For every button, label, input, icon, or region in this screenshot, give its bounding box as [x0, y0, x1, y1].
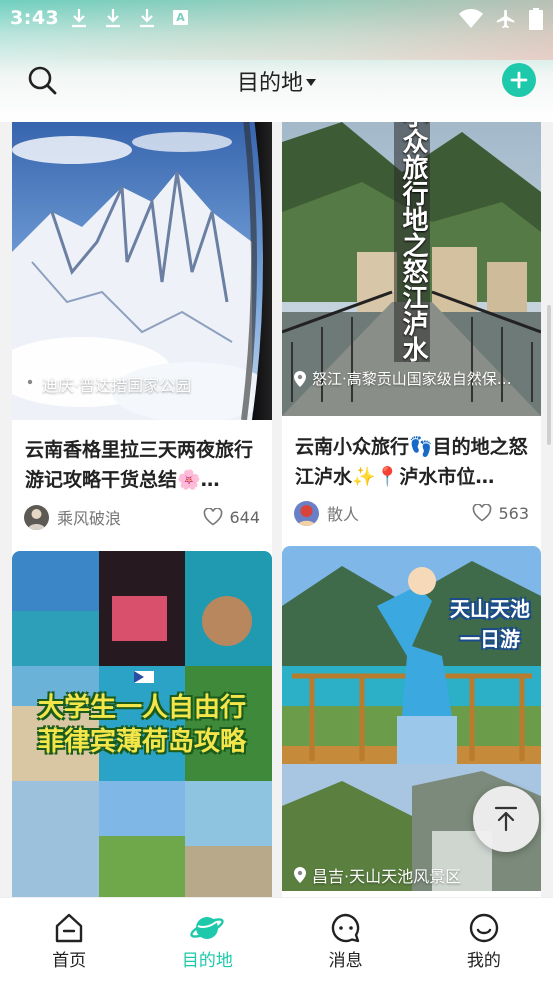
cover-line: 天山天池 — [450, 597, 530, 621]
home-icon — [55, 913, 83, 943]
status-bar: 3:43 A — [0, 0, 553, 38]
download-icon — [72, 9, 86, 28]
heart-icon — [473, 504, 492, 522]
wifi-icon — [459, 9, 483, 28]
author-name[interactable]: 乘风破浪 — [57, 505, 121, 529]
heart-icon — [204, 508, 223, 526]
battery-icon — [529, 8, 543, 30]
like-count: 563 — [498, 503, 529, 523]
nav-label: 首页 — [52, 951, 87, 971]
nav-item-messages[interactable]: 消息 — [277, 898, 415, 983]
nav-label: 目的地 — [181, 951, 233, 971]
status-right — [459, 8, 543, 30]
post-title[interactable]: 云南小众旅行👣目的地之怒江泸水✨📍泸水市位… — [295, 432, 529, 492]
scrollbar[interactable] — [547, 305, 551, 445]
nav-label: 我的 — [466, 951, 501, 971]
location-pin-icon — [294, 867, 306, 883]
like-count: 644 — [229, 507, 260, 527]
add-button[interactable] — [502, 63, 536, 97]
profile-icon — [469, 913, 499, 943]
like-button[interactable]: 563 — [472, 504, 529, 523]
post-meta: 散人 563 — [294, 500, 529, 526]
arrow-up-icon — [494, 806, 518, 832]
top-header: 3:43 A 目的地 — [0, 0, 553, 122]
plus-icon — [510, 71, 528, 89]
planet-icon — [190, 917, 225, 939]
cover-line: 一日游 — [460, 627, 520, 651]
back-to-top-button[interactable] — [473, 786, 539, 852]
page-title-text: 目的地 — [236, 71, 303, 96]
author-name[interactable]: 散人 — [327, 501, 359, 525]
cover-overlay-text: 天山天池 一日游 — [442, 594, 538, 654]
nav-item-destination[interactable]: 目的地 — [138, 898, 276, 983]
location-text: 迪庆·普达措国家公园 — [42, 376, 192, 395]
app-bar: 目的地 — [0, 50, 553, 110]
chevron-down-icon — [306, 79, 316, 86]
avatar[interactable] — [24, 504, 49, 530]
nav-item-profile[interactable]: 我的 — [415, 898, 553, 983]
message-icon — [331, 913, 359, 943]
download-icon — [140, 9, 154, 28]
post-title[interactable]: 云南香格里拉三天两夜旅行游记攻略干货总结🌸… — [25, 435, 260, 495]
cover-line: 大学生一人自由行 — [37, 693, 246, 723]
location-pin-icon — [24, 376, 36, 392]
avatar[interactable] — [294, 500, 319, 526]
location-tag: 昌吉·天山天池风景区 — [292, 863, 461, 887]
nav-label: 消息 — [328, 951, 363, 971]
airplane-icon — [496, 9, 515, 29]
download-icon — [106, 9, 120, 28]
post-meta: 乘风破浪 644 — [24, 504, 260, 530]
cover-line: 菲律宾薄荷岛攻略 — [37, 727, 246, 757]
destination-feed[interactable]: 迪庆·普达措国家公园 云南香格里拉三天两夜旅行游记攻略干货总结🌸… 乘风破浪 6… — [0, 122, 553, 897]
status-time: 3:43 — [10, 7, 60, 29]
post-card[interactable]: 大学生一人自由行 菲律宾薄荷岛攻略 — [12, 551, 272, 897]
location-text: 怒江·高黎贡山国家级自然保… — [312, 370, 512, 388]
location-tag: 迪庆·普达措国家公园 — [22, 372, 191, 396]
cover-overlay-text: 大学生一人自由行 菲律宾薄荷岛攻略 — [12, 691, 272, 759]
page-title[interactable]: 目的地 — [0, 65, 553, 97]
location-text: 昌吉·天山天池风景区 — [312, 867, 462, 886]
like-button[interactable]: 644 — [203, 508, 260, 527]
nav-item-home[interactable]: 首页 — [0, 898, 138, 983]
vertical-cover-text: 小众旅行地之怒江泸水 — [398, 122, 428, 362]
bottom-nav: 首页 目的地 消息 我的 — [0, 897, 553, 983]
status-badge: A — [173, 10, 188, 25]
location-tag: 怒江·高黎贡山国家级自然保… — [292, 368, 512, 389]
location-pin-icon — [294, 370, 306, 387]
